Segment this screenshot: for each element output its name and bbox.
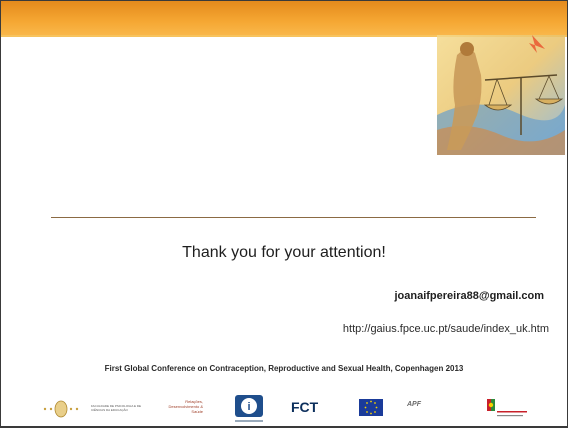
project-url: http://gaius.fpce.uc.pt/saude/index_uk.h… [342, 323, 549, 335]
fct-logo: FCT [291, 399, 319, 415]
fpce-logo-text: FACULDADE DE PSICOLOGIA E DE CIÊNCIAS DA… [91, 404, 142, 412]
slide: Thank you for your attention! joanaifper… [1, 1, 567, 426]
university-seal-icon [43, 400, 79, 418]
svg-text:i: i [247, 401, 250, 413]
conference-caption: First Global Conference on Contraception… [104, 364, 464, 373]
eu-flag-icon [359, 399, 383, 416]
relacoes-saude-logo: Relações, Desenvolvimento & Saúde [168, 399, 203, 414]
horizontal-divider [51, 217, 536, 218]
sponsor-logos-strip: FACULDADE DE PSICOLOGIA E DE CIÊNCIAS DA… [1, 393, 567, 426]
thank-you-text: Thank you for your attention! [182, 244, 386, 261]
apf-logo: APF [407, 401, 421, 408]
info-icon: i [235, 395, 263, 422]
ministry-emblem-icon [487, 399, 527, 417]
contact-email: joanaifpereira88@gmail.com [394, 290, 544, 302]
top-orange-band [1, 1, 567, 37]
justice-scales-illustration [437, 35, 565, 155]
